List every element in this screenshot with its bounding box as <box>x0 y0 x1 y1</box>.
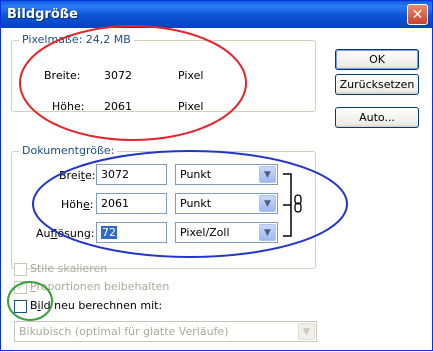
green-annotation-ellipse <box>7 281 53 321</box>
red-annotation-ellipse <box>19 25 247 141</box>
annotation-overlay <box>7 25 348 321</box>
blue-annotation-ellipse <box>32 150 348 258</box>
image-size-dialog: Bildgröße ✕ Pixelmaße: 24,2 MB Breite: 3… <box>0 0 433 351</box>
